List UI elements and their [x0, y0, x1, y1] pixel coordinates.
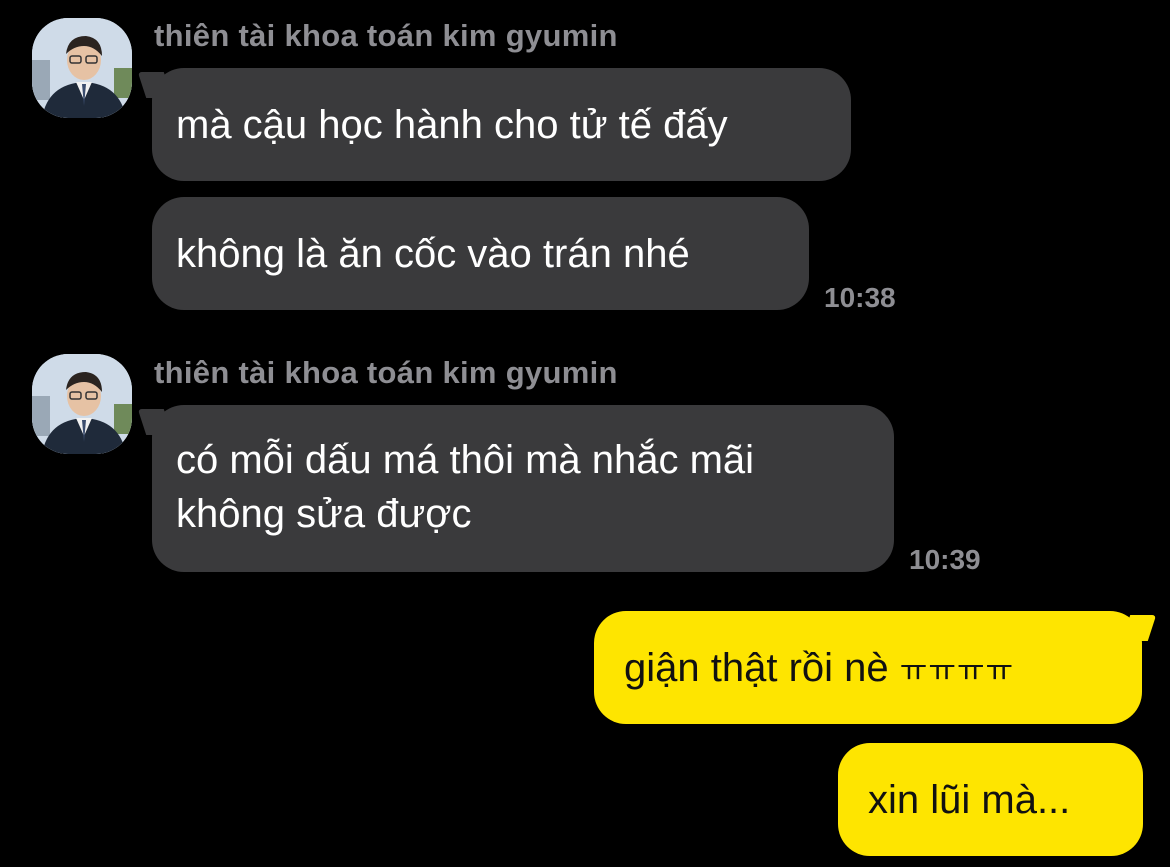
message-text: mà cậu học hành cho tử tế đấy — [176, 103, 728, 147]
message-text-line: không sửa được — [176, 492, 472, 536]
sender-avatar[interactable] — [32, 18, 132, 118]
outgoing-message-bubble[interactable]: xin lũi mà... — [838, 743, 1143, 856]
sender-name: thiên tài khoa toán kim gyumin — [154, 355, 618, 390]
profile-photo-avatar-icon — [32, 18, 132, 118]
message-timestamp: 10:39 — [909, 544, 981, 575]
incoming-message-bubble[interactable]: có mỗi dấu má thôi mà nhắc mãi không sửa… — [152, 405, 894, 572]
outgoing-message-bubble[interactable]: giận thật rồi nè ㅠㅠㅠㅠ — [594, 611, 1142, 724]
message-text: xin lũi mà... — [868, 778, 1071, 822]
sender-name: thiên tài khoa toán kim gyumin — [154, 18, 618, 53]
sender-avatar[interactable] — [32, 354, 132, 454]
message-timestamp: 10:38 — [824, 282, 896, 313]
incoming-message-bubble[interactable]: không là ăn cốc vào trán nhé — [152, 197, 809, 310]
message-text: không là ăn cốc vào trán nhé — [176, 232, 690, 276]
message-text: giận thật rồi nè — [624, 646, 900, 690]
profile-photo-avatar-icon — [32, 354, 132, 454]
message-text-line: có mỗi dấu má thôi mà nhắc mãi — [176, 438, 755, 482]
incoming-message-bubble[interactable]: mà cậu học hành cho tử tế đấy — [152, 68, 851, 181]
crying-emoticon-text: ㅠㅠㅠㅠ — [899, 655, 1015, 688]
